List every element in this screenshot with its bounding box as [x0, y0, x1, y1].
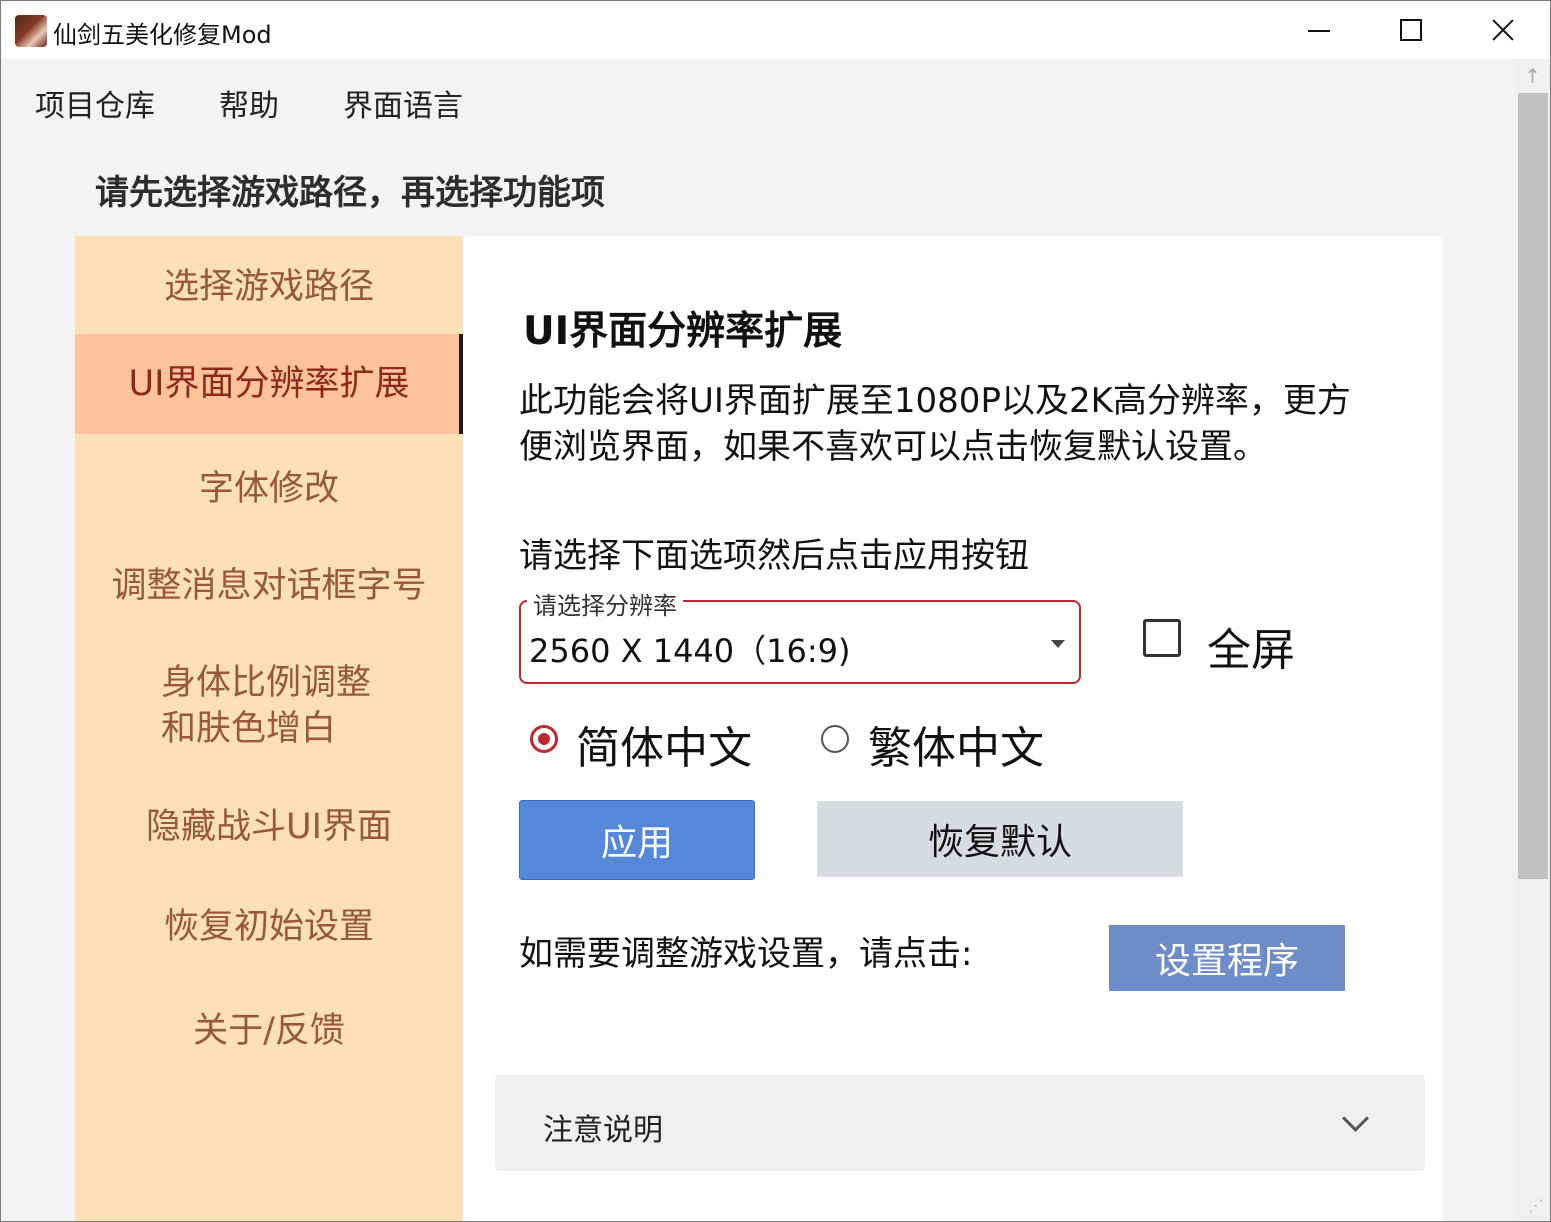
feature-description: 此功能会将UI界面扩展至1080P以及2K高分辨率，更方 便浏览界面，如果不喜欢…: [519, 378, 1419, 470]
sidebar-item-restore-initial[interactable]: 恢复初始设置: [75, 904, 463, 950]
radio-traditional-chinese-label[interactable]: 繁体中文: [868, 712, 1044, 776]
vertical-scrollbar[interactable]: ↑: [1515, 59, 1550, 1221]
menu-item-repository[interactable]: 项目仓库: [35, 81, 155, 125]
page-instruction: 请先选择游戏路径，再选择功能项: [95, 173, 605, 213]
sidebar-item-font[interactable]: 字体修改: [75, 466, 463, 512]
description-line-2: 便浏览界面，如果不喜欢可以点击恢复默认设置。: [519, 427, 1267, 467]
description-line-1: 此功能会将UI界面扩展至1080P以及2K高分辨率，更方: [519, 381, 1351, 421]
resolution-select[interactable]: 请选择分辨率 2560 X 1440（16:9): [519, 586, 1081, 684]
minimize-icon: [1308, 30, 1330, 32]
sidebar-item-about[interactable]: 关于/反馈: [75, 1008, 463, 1054]
chevron-down-icon: [1342, 1105, 1369, 1132]
menu-item-help[interactable]: 帮助: [219, 81, 279, 125]
section-title: UI界面分辨率扩展: [523, 309, 843, 354]
title-bar: 仙剑五美化修复Mod: [1, 1, 1550, 59]
option-prompt: 请选择下面选项然后点击应用按钮: [519, 536, 1029, 576]
apply-button[interactable]: 应用: [519, 800, 755, 880]
radio-traditional-chinese[interactable]: [821, 725, 849, 753]
notes-accordion-title: 注意说明: [543, 1113, 663, 1148]
sidebar-item-body-ratio[interactable]: 身体比例调整 和肤色增白: [161, 660, 461, 752]
app-window: 仙剑五美化修复Mod 项目仓库 帮助 界面语言 请先选择游戏路径，再选择功能项 …: [0, 0, 1551, 1222]
sidebar-item-label-line2: 和肤色增白: [161, 709, 337, 749]
sidebar-item-ui-resolution[interactable]: UI界面分辨率扩展: [75, 334, 463, 434]
content-panel: UI界面分辨率扩展 此功能会将UI界面扩展至1080P以及2K高分辨率，更方 便…: [463, 236, 1443, 1221]
radio-simplified-chinese-label[interactable]: 简体中文: [576, 712, 752, 776]
menu-item-language[interactable]: 界面语言: [343, 81, 463, 125]
maximize-icon: [1400, 19, 1422, 41]
sidebar-item-label: UI界面分辨率扩展: [128, 364, 410, 404]
sidebar: 选择游戏路径 UI界面分辨率扩展 字体修改 调整消息对话框字号 身体比例调整 和…: [75, 236, 463, 1221]
notes-accordion[interactable]: 注意说明: [495, 1075, 1425, 1171]
menu-bar: 项目仓库 帮助 界面语言: [1, 59, 1501, 141]
sidebar-item-dialog-font-size[interactable]: 调整消息对话框字号: [75, 563, 463, 609]
scroll-thumb[interactable]: [1518, 93, 1548, 879]
close-icon: [1491, 18, 1515, 42]
minimize-button[interactable]: [1273, 1, 1365, 59]
maximize-button[interactable]: [1365, 1, 1457, 59]
dropdown-arrow-icon: [1051, 640, 1065, 648]
resize-grip-icon[interactable]: ⋰: [1525, 1195, 1547, 1217]
resolution-select-value: 2560 X 1440（16:9): [529, 632, 851, 670]
sidebar-item-label-line1: 身体比例调整: [161, 663, 372, 703]
fullscreen-checkbox[interactable]: [1143, 619, 1181, 657]
sidebar-item-game-path[interactable]: 选择游戏路径: [75, 264, 463, 310]
app-icon: [15, 15, 47, 47]
radio-simplified-chinese[interactable]: [530, 725, 558, 753]
window-title: 仙剑五美化修复Mod: [53, 21, 272, 49]
close-button[interactable]: [1457, 1, 1549, 59]
settings-prompt: 如需要调整游戏设置，请点击:: [519, 934, 973, 974]
settings-program-button[interactable]: 设置程序: [1109, 925, 1345, 991]
fullscreen-label[interactable]: 全屏: [1207, 614, 1295, 678]
sidebar-item-hide-battle-ui[interactable]: 隐藏战斗UI界面: [75, 804, 463, 850]
resolution-select-label: 请选择分辨率: [527, 586, 683, 621]
restore-default-button[interactable]: 恢复默认: [817, 801, 1183, 877]
scroll-up-arrow-icon[interactable]: ↑: [1515, 59, 1550, 93]
